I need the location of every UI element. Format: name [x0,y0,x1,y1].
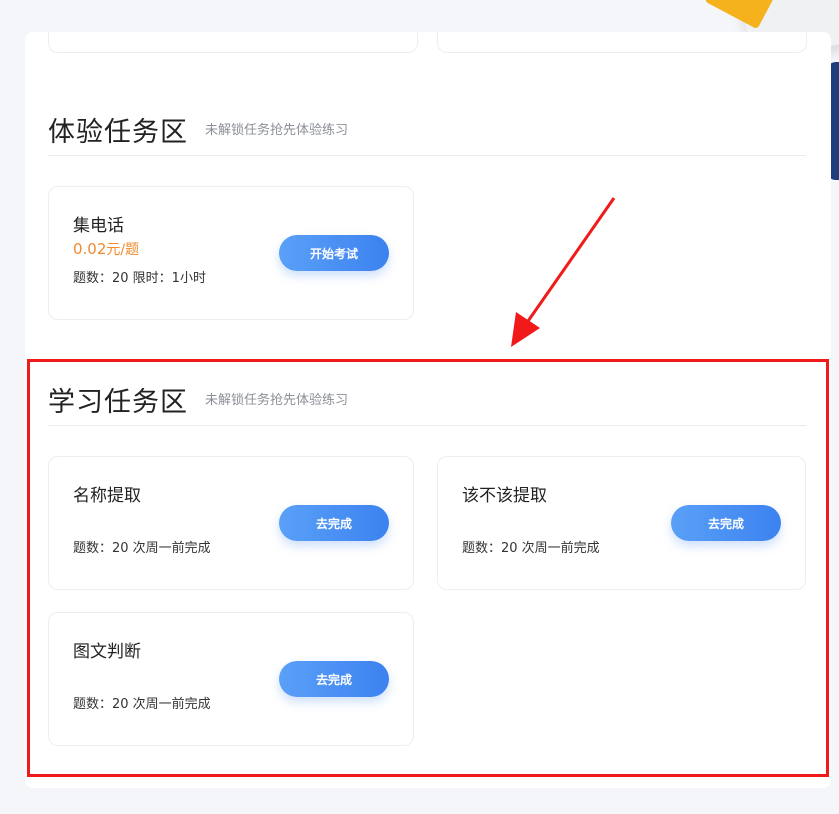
task-meta: 题数：20 次周一前完成 [73,541,211,556]
study-section-title: 学习任务区 [48,387,188,418]
task-card-image-text-judgment: 图文判断 题数：20 次周一前完成 去完成 [48,612,414,746]
section-divider [48,425,806,426]
previous-task-card [48,32,418,53]
section-divider [48,155,806,156]
task-card-ji-dianhua: 集电话 0.02元/题 题数：20 限时：1小时 开始考试 [48,186,414,320]
task-name: 名称提取 [73,486,141,506]
task-meta: 题数：20 次周一前完成 [73,697,211,712]
task-card-name-extraction: 名称提取 题数：20 次周一前完成 去完成 [48,456,414,590]
task-name: 图文判断 [73,642,141,662]
task-price-value: 0.02 [73,240,107,258]
study-section-subtitle: 未解锁任务抢先体验练习 [205,393,349,408]
task-meta: 题数：20 次周一前完成 [462,541,600,556]
task-meta: 题数：20 限时：1小时 [73,271,206,286]
task-price: 0.02元/题 [73,239,139,259]
go-complete-button[interactable]: 去完成 [279,661,389,697]
start-exam-button[interactable]: 开始考试 [279,235,389,271]
task-name: 该不该提取 [462,486,547,506]
previous-task-card [437,32,807,53]
task-price-unit: 元/题 [106,242,140,258]
experience-section-subtitle: 未解锁任务抢先体验练习 [205,123,349,138]
page: 体验任务区 未解锁任务抢先体验练习 集电话 0.02元/题 题数：20 限时：1… [0,0,839,814]
go-complete-button[interactable]: 去完成 [671,505,781,541]
go-complete-button[interactable]: 去完成 [279,505,389,541]
task-name: 集电话 [73,216,124,236]
experience-section-title: 体验任务区 [48,117,188,148]
task-card-should-extract: 该不该提取 题数：20 次周一前完成 去完成 [437,456,806,590]
